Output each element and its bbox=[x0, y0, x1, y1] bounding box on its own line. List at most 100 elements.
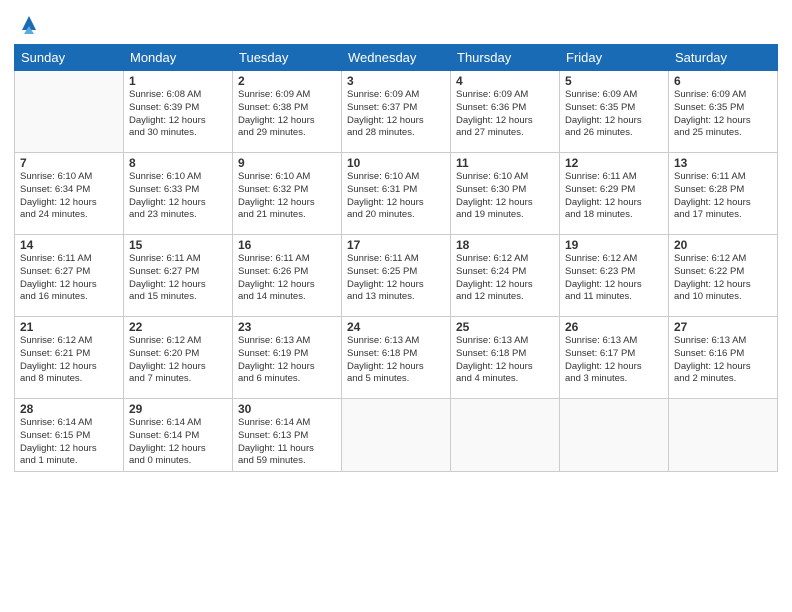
day-info: Sunrise: 6:13 AM Sunset: 6:16 PM Dayligh… bbox=[674, 335, 772, 386]
week-row-2: 7Sunrise: 6:10 AM Sunset: 6:34 PM Daylig… bbox=[15, 153, 778, 235]
day-number: 3 bbox=[347, 74, 445, 88]
week-row-4: 21Sunrise: 6:12 AM Sunset: 6:21 PM Dayli… bbox=[15, 317, 778, 399]
weekday-header-saturday: Saturday bbox=[669, 45, 778, 71]
day-info: Sunrise: 6:10 AM Sunset: 6:31 PM Dayligh… bbox=[347, 171, 445, 222]
day-info: Sunrise: 6:12 AM Sunset: 6:20 PM Dayligh… bbox=[129, 335, 227, 386]
week-row-5: 28Sunrise: 6:14 AM Sunset: 6:15 PM Dayli… bbox=[15, 399, 778, 472]
day-info: Sunrise: 6:09 AM Sunset: 6:38 PM Dayligh… bbox=[238, 89, 336, 140]
calendar-table: SundayMondayTuesdayWednesdayThursdayFrid… bbox=[14, 44, 778, 472]
day-info: Sunrise: 6:09 AM Sunset: 6:37 PM Dayligh… bbox=[347, 89, 445, 140]
calendar-cell: 30Sunrise: 6:14 AM Sunset: 6:13 PM Dayli… bbox=[233, 399, 342, 472]
calendar-cell: 1Sunrise: 6:08 AM Sunset: 6:39 PM Daylig… bbox=[124, 71, 233, 153]
calendar-cell: 11Sunrise: 6:10 AM Sunset: 6:30 PM Dayli… bbox=[451, 153, 560, 235]
calendar-cell: 14Sunrise: 6:11 AM Sunset: 6:27 PM Dayli… bbox=[15, 235, 124, 317]
calendar-cell: 15Sunrise: 6:11 AM Sunset: 6:27 PM Dayli… bbox=[124, 235, 233, 317]
calendar-cell: 28Sunrise: 6:14 AM Sunset: 6:15 PM Dayli… bbox=[15, 399, 124, 472]
day-number: 4 bbox=[456, 74, 554, 88]
day-number: 12 bbox=[565, 156, 663, 170]
calendar-cell bbox=[451, 399, 560, 472]
calendar-cell: 29Sunrise: 6:14 AM Sunset: 6:14 PM Dayli… bbox=[124, 399, 233, 472]
day-info: Sunrise: 6:11 AM Sunset: 6:27 PM Dayligh… bbox=[129, 253, 227, 304]
day-info: Sunrise: 6:10 AM Sunset: 6:33 PM Dayligh… bbox=[129, 171, 227, 222]
weekday-header-wednesday: Wednesday bbox=[342, 45, 451, 71]
day-info: Sunrise: 6:09 AM Sunset: 6:36 PM Dayligh… bbox=[456, 89, 554, 140]
day-info: Sunrise: 6:11 AM Sunset: 6:26 PM Dayligh… bbox=[238, 253, 336, 304]
calendar-cell: 2Sunrise: 6:09 AM Sunset: 6:38 PM Daylig… bbox=[233, 71, 342, 153]
day-info: Sunrise: 6:14 AM Sunset: 6:13 PM Dayligh… bbox=[238, 417, 336, 468]
day-info: Sunrise: 6:11 AM Sunset: 6:29 PM Dayligh… bbox=[565, 171, 663, 222]
day-number: 7 bbox=[20, 156, 118, 170]
calendar-cell bbox=[669, 399, 778, 472]
calendar-cell: 17Sunrise: 6:11 AM Sunset: 6:25 PM Dayli… bbox=[342, 235, 451, 317]
day-info: Sunrise: 6:09 AM Sunset: 6:35 PM Dayligh… bbox=[674, 89, 772, 140]
day-number: 30 bbox=[238, 402, 336, 416]
day-number: 24 bbox=[347, 320, 445, 334]
day-number: 21 bbox=[20, 320, 118, 334]
weekday-header-monday: Monday bbox=[124, 45, 233, 71]
calendar-cell: 8Sunrise: 6:10 AM Sunset: 6:33 PM Daylig… bbox=[124, 153, 233, 235]
day-info: Sunrise: 6:10 AM Sunset: 6:34 PM Dayligh… bbox=[20, 171, 118, 222]
day-info: Sunrise: 6:11 AM Sunset: 6:27 PM Dayligh… bbox=[20, 253, 118, 304]
calendar-cell: 27Sunrise: 6:13 AM Sunset: 6:16 PM Dayli… bbox=[669, 317, 778, 399]
calendar-cell: 22Sunrise: 6:12 AM Sunset: 6:20 PM Dayli… bbox=[124, 317, 233, 399]
day-info: Sunrise: 6:14 AM Sunset: 6:14 PM Dayligh… bbox=[129, 417, 227, 468]
day-number: 20 bbox=[674, 238, 772, 252]
weekday-header-friday: Friday bbox=[560, 45, 669, 71]
day-info: Sunrise: 6:13 AM Sunset: 6:18 PM Dayligh… bbox=[456, 335, 554, 386]
calendar-cell: 26Sunrise: 6:13 AM Sunset: 6:17 PM Dayli… bbox=[560, 317, 669, 399]
calendar-cell: 9Sunrise: 6:10 AM Sunset: 6:32 PM Daylig… bbox=[233, 153, 342, 235]
day-number: 18 bbox=[456, 238, 554, 252]
calendar-cell: 21Sunrise: 6:12 AM Sunset: 6:21 PM Dayli… bbox=[15, 317, 124, 399]
day-info: Sunrise: 6:12 AM Sunset: 6:23 PM Dayligh… bbox=[565, 253, 663, 304]
day-number: 26 bbox=[565, 320, 663, 334]
day-info: Sunrise: 6:08 AM Sunset: 6:39 PM Dayligh… bbox=[129, 89, 227, 140]
page-container: SundayMondayTuesdayWednesdayThursdayFrid… bbox=[0, 0, 792, 480]
calendar-cell: 7Sunrise: 6:10 AM Sunset: 6:34 PM Daylig… bbox=[15, 153, 124, 235]
day-info: Sunrise: 6:13 AM Sunset: 6:17 PM Dayligh… bbox=[565, 335, 663, 386]
week-row-3: 14Sunrise: 6:11 AM Sunset: 6:27 PM Dayli… bbox=[15, 235, 778, 317]
calendar-cell: 18Sunrise: 6:12 AM Sunset: 6:24 PM Dayli… bbox=[451, 235, 560, 317]
day-number: 17 bbox=[347, 238, 445, 252]
calendar-cell: 3Sunrise: 6:09 AM Sunset: 6:37 PM Daylig… bbox=[342, 71, 451, 153]
calendar-cell bbox=[342, 399, 451, 472]
day-info: Sunrise: 6:12 AM Sunset: 6:21 PM Dayligh… bbox=[20, 335, 118, 386]
day-number: 14 bbox=[20, 238, 118, 252]
day-info: Sunrise: 6:12 AM Sunset: 6:24 PM Dayligh… bbox=[456, 253, 554, 304]
calendar-cell: 25Sunrise: 6:13 AM Sunset: 6:18 PM Dayli… bbox=[451, 317, 560, 399]
day-info: Sunrise: 6:13 AM Sunset: 6:19 PM Dayligh… bbox=[238, 335, 336, 386]
day-number: 10 bbox=[347, 156, 445, 170]
day-number: 16 bbox=[238, 238, 336, 252]
calendar-cell: 4Sunrise: 6:09 AM Sunset: 6:36 PM Daylig… bbox=[451, 71, 560, 153]
day-number: 29 bbox=[129, 402, 227, 416]
day-number: 22 bbox=[129, 320, 227, 334]
weekday-header-sunday: Sunday bbox=[15, 45, 124, 71]
day-info: Sunrise: 6:12 AM Sunset: 6:22 PM Dayligh… bbox=[674, 253, 772, 304]
calendar-cell bbox=[15, 71, 124, 153]
logo-icon bbox=[18, 12, 40, 34]
day-info: Sunrise: 6:14 AM Sunset: 6:15 PM Dayligh… bbox=[20, 417, 118, 468]
calendar-cell: 13Sunrise: 6:11 AM Sunset: 6:28 PM Dayli… bbox=[669, 153, 778, 235]
weekday-header-tuesday: Tuesday bbox=[233, 45, 342, 71]
calendar-cell: 20Sunrise: 6:12 AM Sunset: 6:22 PM Dayli… bbox=[669, 235, 778, 317]
day-number: 13 bbox=[674, 156, 772, 170]
day-info: Sunrise: 6:10 AM Sunset: 6:32 PM Dayligh… bbox=[238, 171, 336, 222]
calendar-cell: 24Sunrise: 6:13 AM Sunset: 6:18 PM Dayli… bbox=[342, 317, 451, 399]
weekday-header-thursday: Thursday bbox=[451, 45, 560, 71]
calendar-cell: 16Sunrise: 6:11 AM Sunset: 6:26 PM Dayli… bbox=[233, 235, 342, 317]
day-number: 1 bbox=[129, 74, 227, 88]
calendar-cell: 5Sunrise: 6:09 AM Sunset: 6:35 PM Daylig… bbox=[560, 71, 669, 153]
day-number: 25 bbox=[456, 320, 554, 334]
day-number: 8 bbox=[129, 156, 227, 170]
day-number: 6 bbox=[674, 74, 772, 88]
day-number: 11 bbox=[456, 156, 554, 170]
day-number: 15 bbox=[129, 238, 227, 252]
week-row-1: 1Sunrise: 6:08 AM Sunset: 6:39 PM Daylig… bbox=[15, 71, 778, 153]
calendar-cell: 10Sunrise: 6:10 AM Sunset: 6:31 PM Dayli… bbox=[342, 153, 451, 235]
day-info: Sunrise: 6:13 AM Sunset: 6:18 PM Dayligh… bbox=[347, 335, 445, 386]
calendar-cell bbox=[560, 399, 669, 472]
day-number: 28 bbox=[20, 402, 118, 416]
calendar-cell: 6Sunrise: 6:09 AM Sunset: 6:35 PM Daylig… bbox=[669, 71, 778, 153]
day-number: 2 bbox=[238, 74, 336, 88]
day-info: Sunrise: 6:09 AM Sunset: 6:35 PM Dayligh… bbox=[565, 89, 663, 140]
logo bbox=[14, 12, 40, 34]
